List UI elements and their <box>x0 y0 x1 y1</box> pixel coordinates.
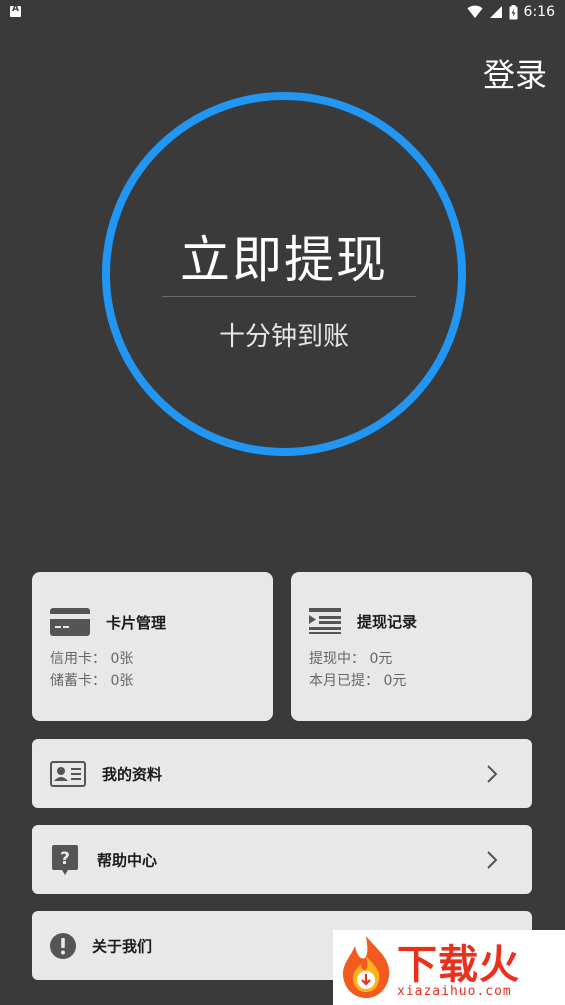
battery-icon <box>509 4 518 19</box>
about-us-label: 关于我们 <box>92 937 153 955</box>
chevron-right-icon <box>487 764 498 783</box>
flame-logo-icon <box>342 936 390 998</box>
withdraw-title: 立即提现 <box>180 231 388 289</box>
app-screen: 6:16 登录 立即提现 十分钟到账 卡片管理 信用卡： 0张 储蓄卡： 0张 <box>0 0 565 1005</box>
help-center-row[interactable]: ? 帮助中心 <box>32 825 532 894</box>
my-profile-row[interactable]: 我的资料 <box>32 739 532 808</box>
card-management-header: 卡片管理 <box>50 608 166 636</box>
card-management-title: 卡片管理 <box>106 613 167 632</box>
help-bubble-icon: ? <box>52 844 78 875</box>
signal-icon <box>489 6 502 18</box>
help-center-label: 帮助中心 <box>97 851 158 869</box>
debit-card-label: 储蓄卡： <box>50 673 106 689</box>
debit-card-count: 储蓄卡： 0张 <box>50 670 133 690</box>
info-exclamation-icon <box>50 932 76 959</box>
svg-text:?: ? <box>60 849 70 869</box>
month-value: 0元 <box>383 673 407 689</box>
status-bar: 6:16 <box>0 0 565 24</box>
wifi-icon <box>467 5 483 18</box>
credit-card-value: 0张 <box>110 651 134 667</box>
list-icon <box>309 608 341 634</box>
withdraw-records-title: 提现记录 <box>357 612 418 631</box>
debit-card-value: 0张 <box>110 673 134 689</box>
credit-card-icon <box>50 608 90 636</box>
withdraw-records-header: 提现记录 <box>309 608 417 634</box>
watermark-domain: xiazaihuo.com <box>397 984 512 999</box>
my-profile-label: 我的资料 <box>102 765 163 783</box>
watermark-logo: 下载火 xiazaihuo.com <box>333 930 565 1005</box>
month-label: 本月已提： <box>309 673 379 689</box>
login-button[interactable]: 登录 <box>483 50 547 96</box>
status-bar-right: 6:16 <box>467 4 555 20</box>
card-management-card[interactable]: 卡片管理 信用卡： 0张 储蓄卡： 0张 <box>32 572 273 721</box>
pending-value: 0元 <box>369 651 393 667</box>
id-card-icon <box>50 760 86 787</box>
watermark-brand: 下载火 <box>397 942 520 988</box>
withdraw-records-card[interactable]: 提现记录 提现中： 0元 本月已提： 0元 <box>291 572 532 721</box>
chevron-right-icon <box>487 850 498 869</box>
credit-card-label: 信用卡： <box>50 651 106 667</box>
pending-label: 提现中： <box>309 651 365 667</box>
pending-withdraw: 提现中： 0元 <box>309 648 392 668</box>
month-withdrawn: 本月已提： 0元 <box>309 670 406 690</box>
withdraw-now-button[interactable]: 立即提现 十分钟到账 <box>102 92 466 456</box>
notification-a-icon <box>10 4 21 17</box>
withdraw-subtitle: 十分钟到账 <box>218 322 349 352</box>
circle-divider <box>162 296 416 297</box>
credit-card-count: 信用卡： 0张 <box>50 648 133 668</box>
status-time: 6:16 <box>523 4 555 20</box>
